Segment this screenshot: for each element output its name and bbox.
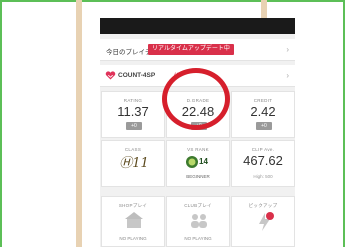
chevron-right-icon: › [286, 45, 289, 54]
rating-title: RATING [123, 98, 143, 103]
credit-change-badge: +0 [256, 122, 272, 130]
class-cell[interactable]: CLASS Ⓗ11 [101, 140, 165, 187]
shop-play-title: SHOPプレイ [118, 203, 148, 208]
credit-cell[interactable]: CREDIT 2.42 +0 [231, 91, 295, 138]
clip-cell[interactable]: CLIP Ave. 467.62 High: 500 [231, 140, 295, 187]
clip-value: 467.62 [243, 153, 283, 168]
clip-sub: High: 500 [253, 174, 273, 179]
pickup-title: ピックアップ [248, 203, 278, 208]
dgrade-cell[interactable]: D.GRADE 22.48 +0 [166, 91, 230, 138]
credit-title: CREDIT [253, 98, 273, 103]
shop-play-cell[interactable]: SHOPプレイ NO PLAYING [101, 196, 165, 247]
count-tail: (C [174, 72, 181, 79]
rating-cell[interactable]: RATING 11.37 +0 [101, 91, 165, 138]
heart-logo-icon [105, 71, 116, 80]
live-update-badge: リアルタイムアップデート中 [148, 44, 234, 55]
class-title: CLASS [124, 147, 142, 152]
lightning-icon [259, 212, 274, 231]
count-row[interactable]: COUNT-4SP (C › [100, 65, 295, 87]
dgrade-change-badge: +0 [191, 122, 207, 130]
credit-value: 2.42 [250, 104, 276, 119]
today-play-row[interactable]: 今日のプレイデータ リアルタイムアップデート中 › [100, 39, 295, 61]
vs-rank-sub: BEGINNER [186, 174, 210, 179]
vs-rank-title: VS RANK [187, 147, 209, 152]
pickup-cell[interactable]: ピックアップ [231, 196, 295, 247]
chevron-right-icon: › [286, 71, 289, 80]
people-icon [191, 214, 207, 228]
phone-bezel-left [76, 0, 82, 247]
vs-rank-cell[interactable]: VS RANK 14 BEGINNER [166, 140, 230, 187]
phone-screen: 今日のプレイデータ リアルタイムアップデート中 › COUNT-4SP (C ›… [100, 18, 295, 247]
shop-icon [125, 212, 143, 228]
clip-title: CLIP Ave. [251, 147, 275, 152]
dgrade-title: D.GRADE [186, 98, 210, 103]
dgrade-value: 22.48 [181, 104, 215, 119]
club-play-title: CLUBプレイ [184, 203, 212, 208]
status-bar [100, 18, 295, 34]
count-label: COUNT-4SP [118, 72, 156, 79]
club-play-status: NO PLAYING [184, 236, 212, 241]
club-play-cell[interactable]: CLUBプレイ NO PLAYING [166, 196, 230, 247]
class-logo: Ⓗ11 [119, 156, 149, 171]
rating-value: 11.37 [117, 104, 149, 119]
vs-rank-value: 14 [199, 157, 208, 166]
shop-play-status: NO PLAYING [119, 236, 147, 241]
rating-change-badge: +0 [126, 122, 142, 130]
rank-emblem-icon [186, 156, 198, 168]
